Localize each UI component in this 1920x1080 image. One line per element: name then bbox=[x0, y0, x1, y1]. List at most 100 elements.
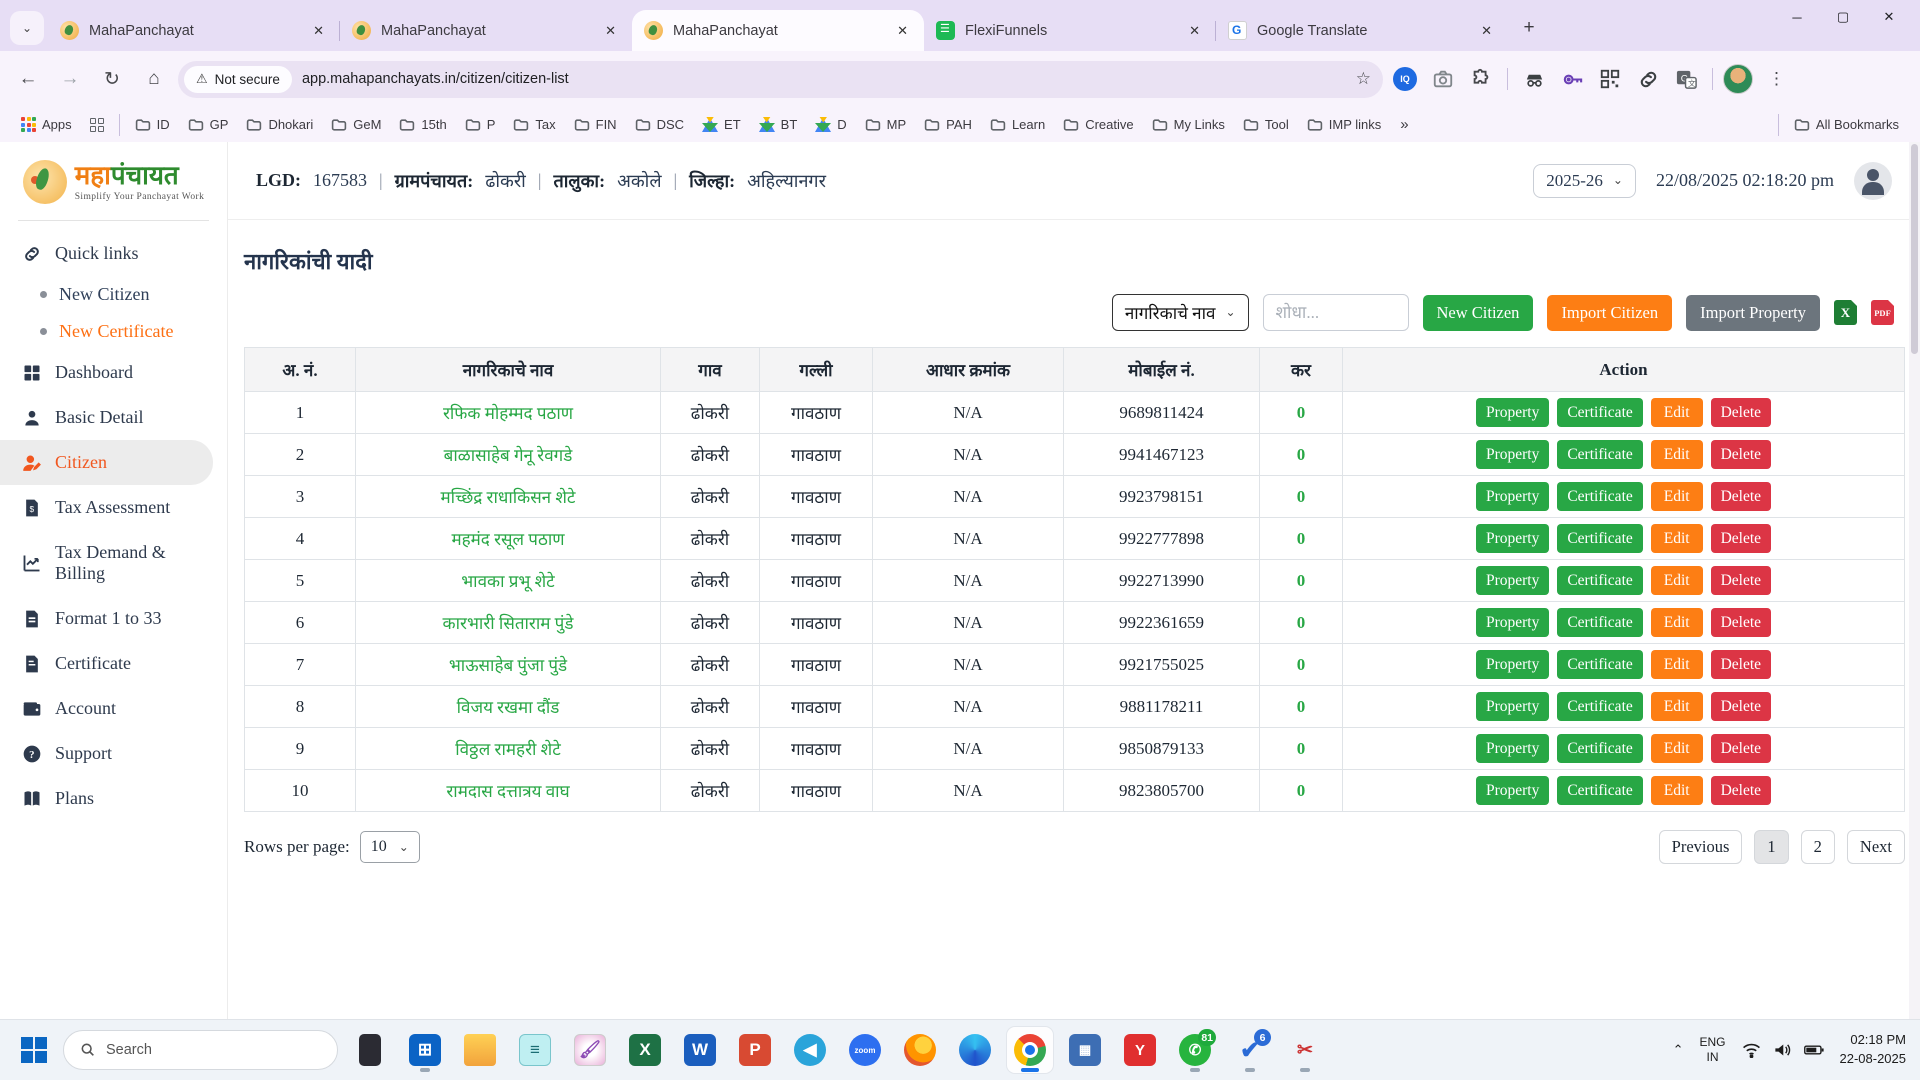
delete-button[interactable]: Delete bbox=[1711, 440, 1771, 469]
bookmark-star-icon[interactable]: ☆ bbox=[1356, 69, 1371, 89]
user-avatar[interactable] bbox=[1854, 162, 1892, 200]
window-minimize-button[interactable]: ─ bbox=[1774, 0, 1820, 34]
cell-citizen-name[interactable]: विजय रखमा दौंड bbox=[356, 686, 661, 728]
address-bar[interactable]: ⚠ Not secure app.mahapanchayats.in/citiz… bbox=[178, 61, 1383, 98]
bookmark-folder[interactable]: Learn bbox=[983, 114, 1052, 135]
delete-button[interactable]: Delete bbox=[1711, 776, 1771, 805]
delete-button[interactable]: Delete bbox=[1711, 524, 1771, 553]
browser-tab-2[interactable]: MahaPanchayat ✕ bbox=[340, 10, 632, 51]
edit-button[interactable]: Edit bbox=[1651, 776, 1703, 805]
bookmark-folder[interactable]: 15th bbox=[392, 114, 453, 135]
bookmark-folder[interactable]: GeM bbox=[324, 114, 388, 135]
page-scrollbar[interactable] bbox=[1909, 142, 1920, 1019]
search-input[interactable] bbox=[1263, 294, 1409, 331]
next-page-button[interactable]: Next bbox=[1847, 830, 1905, 864]
cell-citizen-name[interactable]: रफिक मोहम्मद पठाण bbox=[356, 392, 661, 434]
bookmark-folder[interactable]: IMP links bbox=[1300, 114, 1389, 135]
certificate-button[interactable]: Certificate bbox=[1557, 440, 1642, 469]
previous-page-button[interactable]: Previous bbox=[1659, 830, 1743, 864]
property-button[interactable]: Property bbox=[1476, 524, 1549, 553]
delete-button[interactable]: Delete bbox=[1711, 650, 1771, 679]
import-property-button[interactable]: Import Property bbox=[1686, 295, 1820, 331]
taskbar-zoom-icon[interactable]: zoom bbox=[842, 1027, 888, 1073]
property-button[interactable]: Property bbox=[1476, 398, 1549, 427]
taskbar-calculator-icon[interactable]: ▦ bbox=[1062, 1027, 1108, 1073]
bookmark-folder[interactable]: Creative bbox=[1056, 114, 1140, 135]
taskbar-ms-store-icon[interactable]: ⊞ bbox=[402, 1027, 448, 1073]
taskbar-word-icon[interactable]: W bbox=[677, 1027, 723, 1073]
sidebar-item-basic-detail[interactable]: Basic Detail bbox=[0, 395, 227, 440]
property-button[interactable]: Property bbox=[1476, 734, 1549, 763]
edit-button[interactable]: Edit bbox=[1651, 650, 1703, 679]
bookmark-folder[interactable]: GP bbox=[181, 114, 236, 135]
delete-button[interactable]: Delete bbox=[1711, 734, 1771, 763]
sidebar-item-support[interactable]: ? Support bbox=[0, 731, 227, 776]
scrollbar-thumb[interactable] bbox=[1911, 144, 1918, 354]
property-button[interactable]: Property bbox=[1476, 482, 1549, 511]
extensions-puzzle-icon[interactable] bbox=[1465, 63, 1497, 95]
url-text[interactable]: app.mahapanchayats.in/citizen/citizen-li… bbox=[302, 71, 1346, 87]
delete-button[interactable]: Delete bbox=[1711, 482, 1771, 511]
taskbar-file-explorer-icon[interactable] bbox=[457, 1027, 503, 1073]
certificate-button[interactable]: Certificate bbox=[1557, 776, 1642, 805]
cell-citizen-name[interactable]: भाऊसाहेब पुंजा पुंडे bbox=[356, 644, 661, 686]
taskbar-todo-icon[interactable]: ✔ 6 bbox=[1227, 1027, 1273, 1073]
not-secure-chip[interactable]: ⚠ Not secure bbox=[184, 66, 292, 93]
certificate-button[interactable]: Certificate bbox=[1557, 650, 1642, 679]
new-citizen-button[interactable]: New Citizen bbox=[1423, 295, 1534, 331]
taskbar-yzapp-icon[interactable]: Y bbox=[1117, 1027, 1163, 1073]
cell-citizen-name[interactable]: रामदास दत्तात्रय वाघ bbox=[356, 770, 661, 812]
bookmark-folder[interactable]: Dhokari bbox=[239, 114, 320, 135]
battery-icon[interactable] bbox=[1804, 1042, 1824, 1058]
tab-close-icon[interactable]: ✕ bbox=[1477, 21, 1496, 41]
bookmark-folder[interactable]: ID bbox=[128, 114, 177, 135]
bookmark-folder[interactable]: Tool bbox=[1236, 114, 1296, 135]
export-excel-icon[interactable]: X bbox=[1834, 300, 1857, 325]
delete-button[interactable]: Delete bbox=[1711, 608, 1771, 637]
certificate-button[interactable]: Certificate bbox=[1557, 482, 1642, 511]
forward-icon[interactable]: → bbox=[52, 61, 88, 97]
bookmark-folder[interactable]: PAH bbox=[917, 114, 979, 135]
sidebar-item-tax-demand-billing[interactable]: Tax Demand & Billing bbox=[0, 530, 227, 596]
sidebar-item-new-citizen[interactable]: New Citizen bbox=[0, 276, 227, 313]
tray-expand-icon[interactable]: ⌃ bbox=[1673, 1042, 1684, 1058]
cell-citizen-name[interactable]: महमंद रसूल पठाण bbox=[356, 518, 661, 560]
bookmark-folder[interactable]: My Links bbox=[1145, 114, 1232, 135]
property-button[interactable]: Property bbox=[1476, 692, 1549, 721]
certificate-button[interactable]: Certificate bbox=[1557, 608, 1642, 637]
page-2-button[interactable]: 2 bbox=[1801, 830, 1835, 864]
browser-tab-4[interactable]: FlexiFunnels ✕ bbox=[924, 10, 1216, 51]
cell-citizen-name[interactable]: भावका प्रभू शेटे bbox=[356, 560, 661, 602]
all-bookmarks-button[interactable]: All Bookmarks bbox=[1787, 114, 1906, 135]
search-field-select[interactable]: नागरिकाचे नाव ⌄ bbox=[1112, 294, 1249, 331]
wifi-icon[interactable] bbox=[1742, 1042, 1761, 1058]
new-tab-button[interactable]: + bbox=[1514, 13, 1544, 43]
property-button[interactable]: Property bbox=[1476, 650, 1549, 679]
sidebar-item-certificate[interactable]: Certificate bbox=[0, 641, 227, 686]
import-citizen-button[interactable]: Import Citizen bbox=[1547, 295, 1672, 331]
property-button[interactable]: Property bbox=[1476, 608, 1549, 637]
delete-button[interactable]: Delete bbox=[1711, 398, 1771, 427]
bookmark-folder[interactable]: BT bbox=[752, 114, 805, 135]
cell-citizen-name[interactable]: बाळासाहेब गेनू रेवगडे bbox=[356, 434, 661, 476]
home-icon[interactable]: ⌂ bbox=[136, 61, 172, 97]
edit-button[interactable]: Edit bbox=[1651, 398, 1703, 427]
volume-icon[interactable] bbox=[1773, 1042, 1792, 1058]
spy-extension-icon[interactable] bbox=[1518, 63, 1550, 95]
bookmark-folder[interactable]: D bbox=[808, 114, 853, 135]
certificate-button[interactable]: Certificate bbox=[1557, 398, 1642, 427]
edit-button[interactable]: Edit bbox=[1651, 482, 1703, 511]
certificate-button[interactable]: Certificate bbox=[1557, 734, 1642, 763]
edit-button[interactable]: Edit bbox=[1651, 734, 1703, 763]
tab-close-icon[interactable]: ✕ bbox=[601, 21, 620, 41]
camera-extension-icon[interactable] bbox=[1427, 63, 1459, 95]
certificate-button[interactable]: Certificate bbox=[1557, 566, 1642, 595]
delete-button[interactable]: Delete bbox=[1711, 692, 1771, 721]
tab-close-icon[interactable]: ✕ bbox=[309, 21, 328, 41]
certificate-button[interactable]: Certificate bbox=[1557, 524, 1642, 553]
taskbar-clock[interactable]: 02:18 PM 22-08-2025 bbox=[1840, 1031, 1907, 1069]
bookmark-folder[interactable]: DSC bbox=[628, 114, 691, 135]
sidebar-item-quick-links[interactable]: Quick links bbox=[0, 231, 227, 276]
export-pdf-icon[interactable]: PDF bbox=[1871, 300, 1894, 325]
property-button[interactable]: Property bbox=[1476, 776, 1549, 805]
